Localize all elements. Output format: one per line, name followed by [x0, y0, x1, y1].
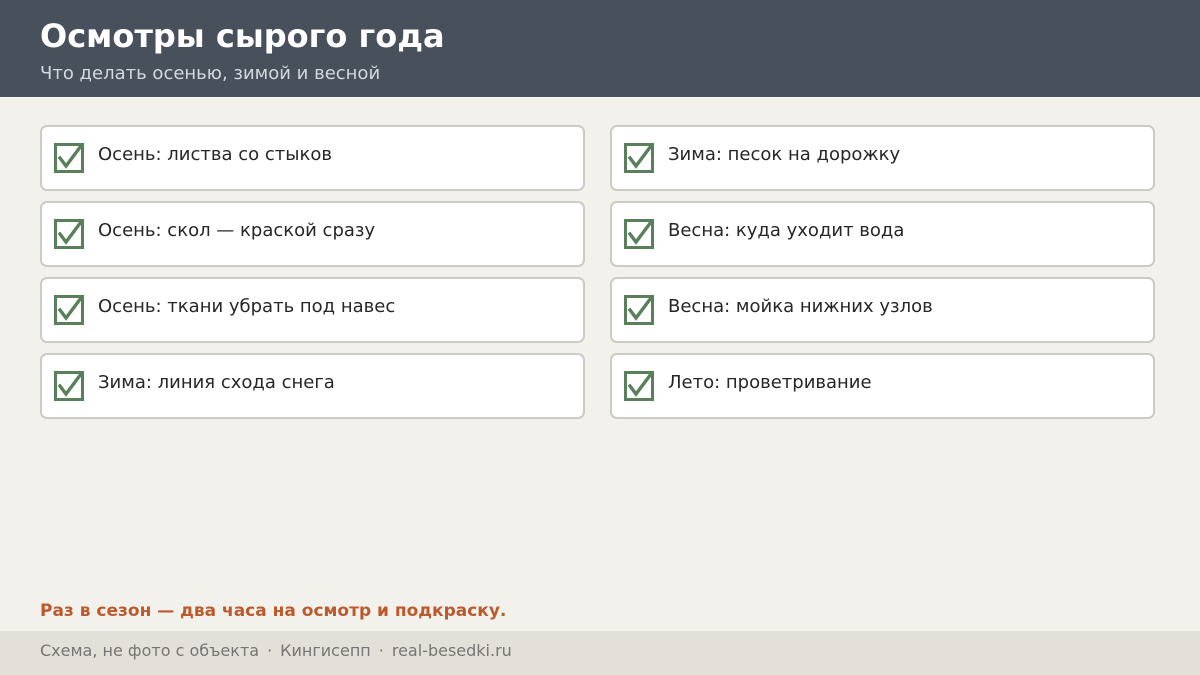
- checklist-item-label: Весна: куда уходит вода: [668, 220, 905, 241]
- checklist-item[interactable]: Осень: скол — краской сразу: [40, 201, 585, 267]
- checkbox-checked-icon[interactable]: [624, 143, 654, 173]
- checklist-item[interactable]: Зима: линия схода снега: [40, 353, 585, 419]
- footer-text: Схема, не фото с объекта · Кингисепп · real-…: [40, 640, 512, 662]
- checklist-item-label: Зима: песок на дорожку: [668, 144, 901, 165]
- page-subtitle: Что делать осенью, зимой и весной: [40, 63, 381, 84]
- checklist-item-label: Лето: проветривание: [668, 372, 872, 393]
- season-note: Раз в сезон — два часа на осмотр и подкр…: [40, 601, 507, 621]
- checklist-right-column: Зима: песок на дорожку Весна: куда уходи…: [610, 125, 1155, 429]
- header: Осмотры сырого года Что делать осенью, з…: [0, 0, 1200, 97]
- footer-site-link[interactable]: real-besedki.ru: [392, 641, 512, 660]
- checkbox-checked-icon[interactable]: [624, 295, 654, 325]
- checkbox-checked-icon[interactable]: [54, 295, 84, 325]
- checklist-item[interactable]: Зима: песок на дорожку: [610, 125, 1155, 191]
- checklist-item[interactable]: Весна: мойка нижних узлов: [610, 277, 1155, 343]
- page-title: Осмотры сырого года: [40, 17, 445, 55]
- footer-separator: ·: [267, 641, 273, 660]
- checklist-item[interactable]: Весна: куда уходит вода: [610, 201, 1155, 267]
- checklist-item-label: Осень: скол — краской сразу: [98, 220, 376, 241]
- footer-city: Кингисепп: [280, 641, 371, 660]
- checklist-item-label: Осень: ткани убрать под навес: [98, 296, 396, 317]
- checklist-item[interactable]: Лето: проветривание: [610, 353, 1155, 419]
- checklist-item-label: Зима: линия схода снега: [98, 372, 335, 393]
- checklist-item-label: Весна: мойка нижних узлов: [668, 296, 933, 317]
- checkbox-checked-icon[interactable]: [54, 371, 84, 401]
- checkbox-checked-icon[interactable]: [624, 371, 654, 401]
- checkbox-checked-icon[interactable]: [624, 219, 654, 249]
- footer-caption: Схема, не фото с объекта: [40, 641, 260, 660]
- checklist-left-column: Осень: листва со стыков Осень: скол — кр…: [40, 125, 585, 429]
- checkbox-checked-icon[interactable]: [54, 143, 84, 173]
- footer-separator: ·: [378, 641, 384, 660]
- checkbox-checked-icon[interactable]: [54, 219, 84, 249]
- checklist-item[interactable]: Осень: ткани убрать под навес: [40, 277, 585, 343]
- checklist-item[interactable]: Осень: листва со стыков: [40, 125, 585, 191]
- footer: Схема, не фото с объекта · Кингисепп · real-…: [0, 631, 1200, 675]
- checklist-item-label: Осень: листва со стыков: [98, 144, 332, 165]
